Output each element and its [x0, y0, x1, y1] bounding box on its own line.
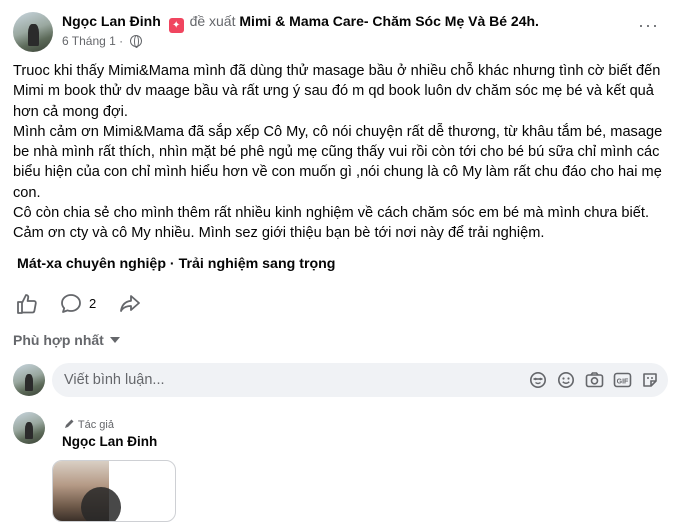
recommend-badge-icon: ✦ [168, 18, 184, 33]
author-tag: Tác giả [64, 418, 114, 431]
reply-author-avatar[interactable] [13, 412, 45, 444]
globe-icon [129, 35, 142, 48]
comment-button[interactable] [59, 292, 83, 321]
comment-input[interactable] [62, 371, 366, 389]
share-button[interactable] [118, 292, 142, 321]
more-options-button[interactable]: ··· [638, 15, 659, 35]
post-paragraph: Truoc khi thấy Mimi&Mama mình đã dùng th… [13, 63, 661, 120]
caret-down-icon [109, 337, 120, 343]
author-avatar[interactable] [13, 12, 53, 52]
comment-count[interactable]: 2 [89, 296, 96, 311]
sort-label: Phù hợp nhất [13, 332, 104, 348]
page-name[interactable]: Mimi & Mama Care- Chăm Sóc Mẹ Và Bé 24h. [239, 13, 539, 29]
avatar-sticker-icon[interactable] [529, 371, 547, 394]
sticker-icon[interactable] [641, 371, 659, 394]
post-card: Ngọc Lan Đinh ✦ đề xuất Mimi & Mama Care… [0, 0, 682, 522]
post-date[interactable]: 6 Tháng 1 · [62, 34, 123, 48]
recommend-verb: đề xuất [189, 13, 236, 29]
comment-icon [61, 294, 81, 313]
like-button[interactable] [15, 292, 39, 321]
comment-composer: GIF [52, 363, 668, 397]
reply-author-name[interactable]: Ngọc Lan Đinh [62, 434, 157, 449]
like-icon [17, 294, 37, 314]
reply-media-attachment[interactable] [52, 460, 176, 522]
emoji-icon[interactable] [557, 371, 575, 394]
post-header: Ngọc Lan Đinh ✦ đề xuất Mimi & Mama Care… [62, 13, 539, 33]
share-icon [120, 295, 140, 312]
play-icon[interactable] [81, 487, 121, 521]
post-paragraph: Cô còn chia sẻ cho mình thêm rất nhiều k… [13, 205, 649, 242]
pencil-icon [65, 419, 74, 428]
camera-icon[interactable] [585, 371, 604, 394]
post-caption: Mát-xa chuyên nghiệp · Trải nghiệm sang … [17, 256, 336, 272]
current-user-avatar[interactable] [13, 364, 45, 396]
post-meta: 6 Tháng 1 · [62, 34, 142, 48]
author-name[interactable]: Ngọc Lan Đinh [62, 13, 161, 29]
comment-sort-dropdown[interactable]: Phù hợp nhất [13, 332, 120, 348]
post-paragraph: Mình cảm ơn Mimi&Mama đã sắp xếp Cô My, … [13, 123, 663, 201]
svg-text:GIF: GIF [617, 378, 629, 385]
post-body: Truoc khi thấy Mimi&Mama mình đã dùng th… [13, 61, 673, 244]
author-tag-label: Tác giả [77, 419, 114, 431]
more-horizontal-icon: ··· [638, 15, 659, 35]
gif-icon[interactable]: GIF [613, 371, 632, 394]
